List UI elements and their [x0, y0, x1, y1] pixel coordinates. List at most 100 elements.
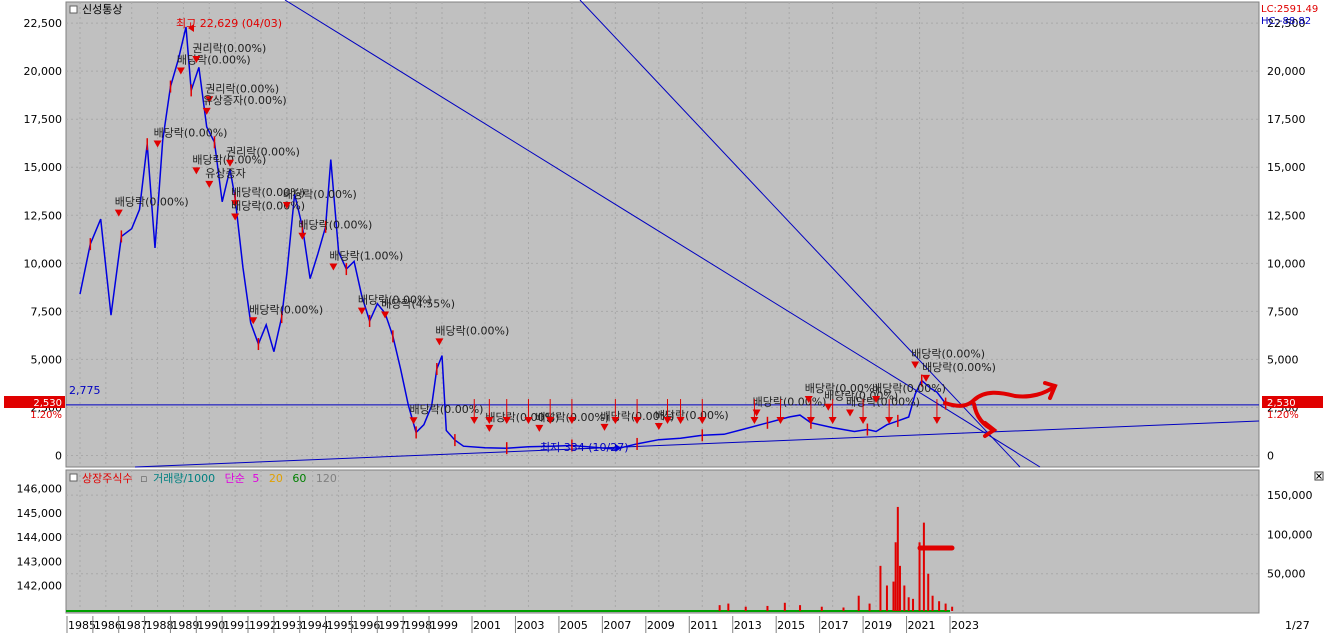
price-tick-label-left: 17,500	[24, 113, 63, 126]
event-annotation: 배당락(0.00%)	[231, 200, 305, 213]
volume-bar	[868, 603, 871, 611]
event-annotation: 배당락(0.00%)	[753, 396, 827, 409]
x-tick-label: 1993	[275, 619, 303, 632]
volume-bar	[885, 585, 888, 611]
event-annotation: 배당락(0.00%)	[435, 324, 509, 337]
x-tick-label: 2001	[473, 619, 501, 632]
indicator-toggle-icon[interactable]	[69, 473, 78, 482]
x-tick-label: 2005	[560, 619, 588, 632]
event-annotation: 유상증자	[205, 167, 245, 180]
x-tick-label: 2015	[777, 619, 805, 632]
event-annotation: 배당락(0.00%)	[410, 403, 484, 416]
panel-toggle-icon[interactable]	[69, 5, 78, 14]
shares-tick-label-left: 144,000	[17, 531, 63, 544]
event-annotation: 배당락(0.00%)	[298, 219, 372, 232]
event-annotation: 배당락(0.00%)	[177, 53, 251, 66]
x-tick-label: 2017	[821, 619, 849, 632]
event-annotation: 배당락(0.00%)	[846, 396, 920, 409]
x-tick-label: 1988	[146, 619, 174, 632]
x-tick-label: 2003	[516, 619, 544, 632]
volume-bar	[951, 606, 954, 611]
volume-bar	[727, 603, 730, 611]
event-annotation: 권리락(0.00%)	[226, 146, 300, 159]
price-tick-label-left: 5,000	[31, 353, 63, 366]
price-tick-label-left: 20,000	[24, 65, 63, 78]
x-tick-label: 2011	[690, 619, 718, 632]
volume-bar	[879, 565, 882, 611]
event-annotation: 유상증자(0.00%)	[203, 94, 287, 107]
event-annotation: 배당락(0.00%)	[283, 188, 357, 201]
legend-ma120: 120	[316, 472, 337, 485]
event-annotation: 배당락(0.00%)	[872, 382, 946, 395]
event-annotation: 배당락(0.00%)	[115, 196, 189, 209]
stock-chart-window: 002,5002,5005,0005,0007,5007,50010,00010…	[0, 0, 1325, 635]
shares-tick-label-left: 143,000	[17, 555, 63, 568]
volume-bar	[922, 522, 925, 611]
price-tick-label-left: 12,500	[24, 209, 63, 222]
legend-ma5: 5	[252, 472, 259, 485]
legend-volume: 거래량/1000	[153, 472, 215, 485]
volume-bar	[894, 542, 897, 611]
event-annotation: 배당락(0.00%)	[249, 303, 323, 316]
volume-bar	[783, 602, 786, 611]
x-axis: 1985198619871988198919901991199219931994…	[66, 616, 979, 633]
x-tick-label: 1995	[327, 619, 355, 632]
event-annotation: 배당락(0.00%)	[922, 361, 996, 374]
price-tick-label-left: 7,500	[31, 305, 63, 318]
shares-tick-label-left: 142,000	[17, 580, 63, 593]
volume-bar	[896, 506, 899, 611]
chart-title: 신성통상	[82, 3, 122, 16]
lc-readout: LC:2591.49	[1261, 4, 1318, 15]
price-tick-label-right: 15,000	[1267, 161, 1306, 174]
price-tick-label-right: 10,000	[1267, 257, 1306, 270]
event-annotation: 배당락(1.00%)	[329, 249, 403, 262]
price-tick-label-left: 0	[55, 449, 62, 462]
volume-bar	[744, 606, 747, 611]
x-tick-label: 2013	[734, 619, 762, 632]
volume-bar	[820, 606, 823, 611]
volume-bar	[903, 585, 906, 611]
legend-ma60: 60	[292, 472, 306, 485]
volume-tick-label-right: 150,000	[1267, 489, 1313, 502]
end-date-label: 1/27	[1285, 619, 1310, 632]
x-tick-label: 1986	[94, 619, 122, 632]
current-price-right: 2,530	[1267, 398, 1296, 409]
x-tick-label: 1989	[171, 619, 199, 632]
legend-box: ▫	[140, 472, 147, 485]
volume-bar	[907, 597, 910, 611]
volume-bar	[944, 603, 947, 611]
low-marker-label: 최저 334 (10/27)	[540, 441, 629, 454]
legend-simple: 단순	[225, 472, 245, 485]
volume-bar	[931, 595, 934, 611]
event-annotation: 권리락(0.00%)	[192, 42, 266, 55]
volume-bar	[912, 598, 915, 611]
volume-bar	[927, 573, 930, 611]
event-annotation: 배당락(4.55%)	[381, 298, 455, 311]
x-tick-label: 1987	[120, 619, 148, 632]
shares-tick-label-left: 146,000	[17, 483, 63, 496]
volume-bar	[718, 605, 721, 611]
event-annotation: 배당락(0.00%)	[911, 347, 985, 360]
x-tick-label: 2019	[864, 619, 892, 632]
price-tick-label-right: 12,500	[1267, 209, 1306, 222]
x-tick-label: 1998	[404, 619, 432, 632]
hc-readout: HC:-88.82	[1261, 16, 1311, 27]
x-tick-label: 1996	[352, 619, 380, 632]
event-annotation: 배당락(0.00%)	[154, 127, 228, 140]
x-tick-label: 1994	[301, 619, 329, 632]
x-tick-label: 1985	[68, 619, 96, 632]
reference-line-label: 2,775	[69, 384, 101, 397]
volume-bar	[898, 565, 901, 611]
shares-tick-label-left: 145,000	[17, 507, 63, 520]
volume-bar	[799, 605, 802, 611]
price-tick-label-left: 15,000	[24, 161, 63, 174]
price-panel	[65, 1, 1260, 468]
high-marker-label: 최고 22,629 (04/03)	[176, 17, 282, 30]
volume-bar	[892, 581, 895, 611]
volume-bar	[842, 607, 845, 611]
x-tick-label: 1991	[223, 619, 251, 632]
chart-canvas[interactable]: 002,5002,5005,0005,0007,5007,50010,00010…	[0, 0, 1325, 635]
current-pct-left: 1.20%	[30, 410, 62, 421]
volume-tick-label-right: 100,000	[1267, 528, 1313, 541]
price-tick-label-right: 7,500	[1267, 305, 1299, 318]
